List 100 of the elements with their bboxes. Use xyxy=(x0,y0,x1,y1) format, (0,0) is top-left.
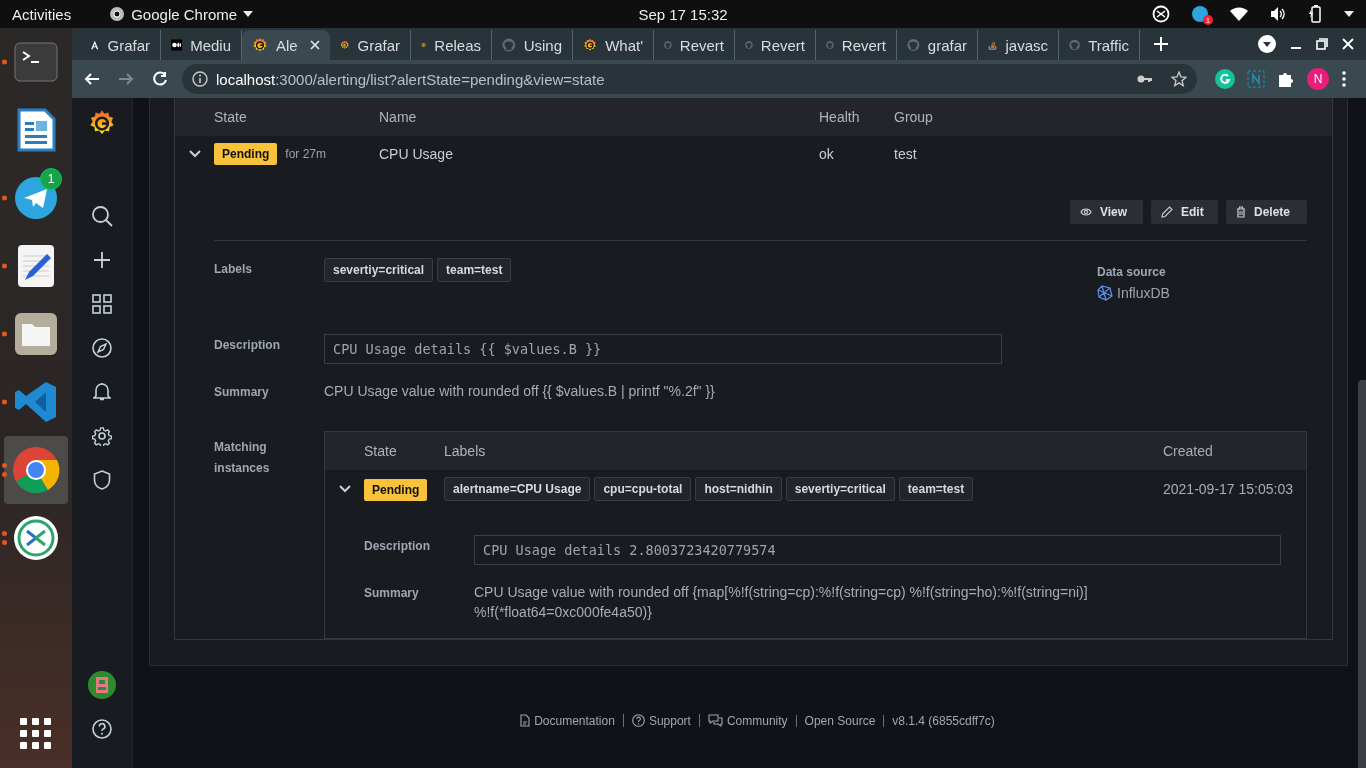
footer-link[interactable]: Documentation xyxy=(534,714,615,727)
address-bar[interactable]: localhost:3000/alerting/list?alertState=pending&view=state xyxy=(182,64,1197,94)
grafana-logo-icon xyxy=(252,37,268,53)
field-label: Summary xyxy=(364,585,420,600)
rule-health: ok xyxy=(819,146,835,162)
help-icon[interactable] xyxy=(92,719,112,739)
state-badge: Pending xyxy=(364,479,428,501)
volume-icon[interactable] xyxy=(1270,7,1286,21)
back-arrow-icon[interactable] xyxy=(84,71,100,87)
field-label: Description xyxy=(364,538,431,553)
label-tag: cpu=cpu-total xyxy=(594,477,692,501)
settings-icon[interactable] xyxy=(92,426,112,446)
chat-icon xyxy=(707,714,723,727)
remote-desktop-icon xyxy=(13,515,59,561)
shield-icon[interactable] xyxy=(93,470,111,490)
column-header: Created xyxy=(1163,443,1214,459)
clock[interactable]: Sep 17 15:32 xyxy=(638,5,728,23)
edit-button[interactable]: Edit xyxy=(1151,200,1218,224)
field-label: Summary xyxy=(214,384,270,399)
chevron-icon[interactable] xyxy=(338,485,351,493)
state-badge: Pending xyxy=(214,143,278,165)
chrome-icon xyxy=(12,446,60,494)
github-icon xyxy=(502,37,516,53)
chrome-icon xyxy=(109,6,126,22)
tab-search-icon[interactable] xyxy=(1258,35,1276,53)
eye-icon xyxy=(1080,207,1092,217)
footer-link[interactable]: Open Source xyxy=(804,714,876,727)
bell-icon[interactable] xyxy=(93,382,111,402)
user-avatar[interactable] xyxy=(88,671,116,699)
label-tag: team=test xyxy=(898,477,974,501)
activities-button[interactable]: Activities xyxy=(12,5,72,23)
footer-link[interactable]: Support xyxy=(648,714,691,727)
github-icon xyxy=(1069,37,1081,53)
description-field: CPU Usage details {{ $values.B }} xyxy=(324,334,1002,364)
caret-icon[interactable] xyxy=(1344,11,1354,17)
apps-grid-icon[interactable] xyxy=(20,718,52,750)
label-tag: severtiy=critical xyxy=(785,477,895,501)
delete-button[interactable]: Delete xyxy=(1226,200,1307,224)
app-menu[interactable]: Google Chrome xyxy=(131,5,238,23)
label-tag: alertname=CPU Usage xyxy=(444,477,591,501)
key-icon[interactable] xyxy=(1137,74,1153,84)
browser-tab[interactable]: Ale xyxy=(242,30,330,60)
dots-logo-icon xyxy=(171,37,183,53)
wifi-icon[interactable] xyxy=(1230,7,1248,21)
column-header: State xyxy=(364,443,398,459)
extension-icon[interactable] xyxy=(1215,69,1235,89)
state-duration: for 27m xyxy=(285,147,327,161)
column-header: Labels xyxy=(444,443,487,459)
rule-name: CPU Usage xyxy=(379,146,454,162)
code-editor-icon xyxy=(14,380,58,424)
folder-icon xyxy=(14,312,58,356)
field-label: Matching instances xyxy=(214,439,271,477)
caret-icon xyxy=(243,11,254,17)
document-icon xyxy=(16,108,56,152)
compass-icon[interactable] xyxy=(92,338,112,358)
label-tag: host=nidhin xyxy=(695,477,782,501)
telegram-icon[interactable] xyxy=(1192,6,1208,22)
column-header: State xyxy=(214,109,248,125)
document-icon xyxy=(520,714,531,727)
field-label: Data source xyxy=(1097,264,1167,279)
puzzle-icon[interactable] xyxy=(1277,70,1295,88)
dock-item[interactable] xyxy=(4,436,68,504)
label-tag: team=test xyxy=(437,258,512,282)
created-time: 2021-09-17 15:05:03 xyxy=(1163,481,1294,497)
menu-icon[interactable] xyxy=(1341,70,1347,88)
remote-icon[interactable] xyxy=(1152,5,1170,23)
plus-icon[interactable] xyxy=(93,251,111,269)
question-icon xyxy=(631,714,645,727)
grafana-logo-icon xyxy=(583,37,598,53)
description-field: CPU Usage details 2.8003723420779574 xyxy=(474,535,1281,565)
terminal-icon xyxy=(14,42,58,82)
footer-link[interactable]: Community xyxy=(726,714,788,727)
reload-icon[interactable] xyxy=(152,71,168,87)
data-source-icon xyxy=(1097,285,1113,301)
text-editor-icon xyxy=(17,244,55,288)
field-label: Labels xyxy=(214,261,253,276)
notification-badge: 1 xyxy=(40,168,62,190)
column-header: Name xyxy=(379,109,418,125)
maximize-icon[interactable] xyxy=(1316,38,1328,50)
close-icon[interactable] xyxy=(310,40,320,50)
summary-text: CPU Usage value with rounded off {map[%!f(string=cp):%!f(string=cp) %!f(string=ho):%!f(string=ni)] %!f(*float64=0xc000fe4a50)} xyxy=(474,583,1089,622)
profile-avatar[interactable]: N xyxy=(1307,68,1329,90)
rule-group: test xyxy=(894,146,917,162)
info-icon[interactable] xyxy=(192,71,208,87)
pencil-icon xyxy=(1161,206,1173,218)
github-icon xyxy=(907,37,920,53)
trash-icon xyxy=(1236,206,1246,218)
footer-link[interactable]: v8.1.4 (6855cdff7c) xyxy=(892,714,995,727)
summary-text: CPU Usage value with rounded off {{ $values.B | printf "%.2f" }} xyxy=(324,382,716,401)
telegram-icon xyxy=(14,176,58,220)
scrollbar[interactable] xyxy=(1358,380,1366,768)
field-label: Description xyxy=(214,337,281,352)
data-source-name[interactable]: InfluxDB xyxy=(1117,285,1170,301)
search-icon[interactable] xyxy=(91,205,113,227)
chevron-icon[interactable] xyxy=(188,150,201,158)
view-button[interactable]: View xyxy=(1070,200,1143,224)
battery-icon[interactable] xyxy=(1308,5,1322,23)
label-tag: severtiy=critical xyxy=(324,258,434,282)
grid-icon[interactable] xyxy=(92,294,112,314)
star-icon[interactable] xyxy=(1171,71,1187,87)
